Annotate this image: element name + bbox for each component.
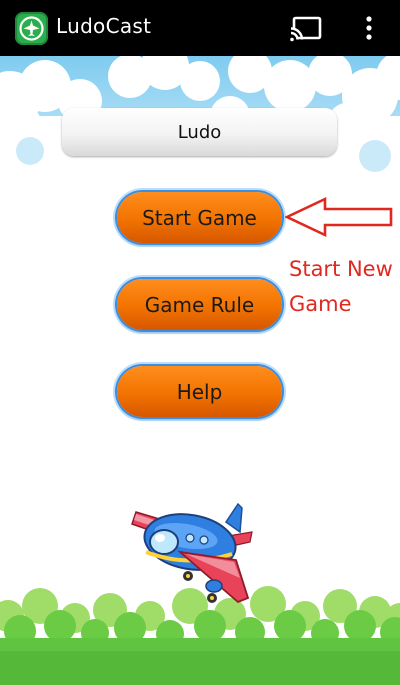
app-title: LudoCast bbox=[56, 14, 152, 38]
game-rule-button[interactable]: Game Rule bbox=[117, 279, 282, 330]
help-button[interactable]: Help bbox=[117, 366, 282, 417]
game-menu-screen: Ludo Start Game Game Rule Help Start New… bbox=[0, 56, 400, 685]
app-icon[interactable] bbox=[15, 12, 48, 45]
cartoon-plane-icon bbox=[131, 502, 253, 604]
start-game-button[interactable]: Start Game bbox=[117, 192, 282, 243]
annotation-label: Start New Game bbox=[289, 257, 393, 316]
annotation-arrow-icon bbox=[285, 196, 393, 238]
overflow-menu-icon[interactable] bbox=[361, 14, 377, 44]
cast-icon[interactable] bbox=[290, 16, 322, 42]
game-title-field: Ludo bbox=[62, 108, 337, 156]
action-bar: LudoCast bbox=[0, 0, 400, 56]
plane-app-icon bbox=[19, 16, 44, 41]
